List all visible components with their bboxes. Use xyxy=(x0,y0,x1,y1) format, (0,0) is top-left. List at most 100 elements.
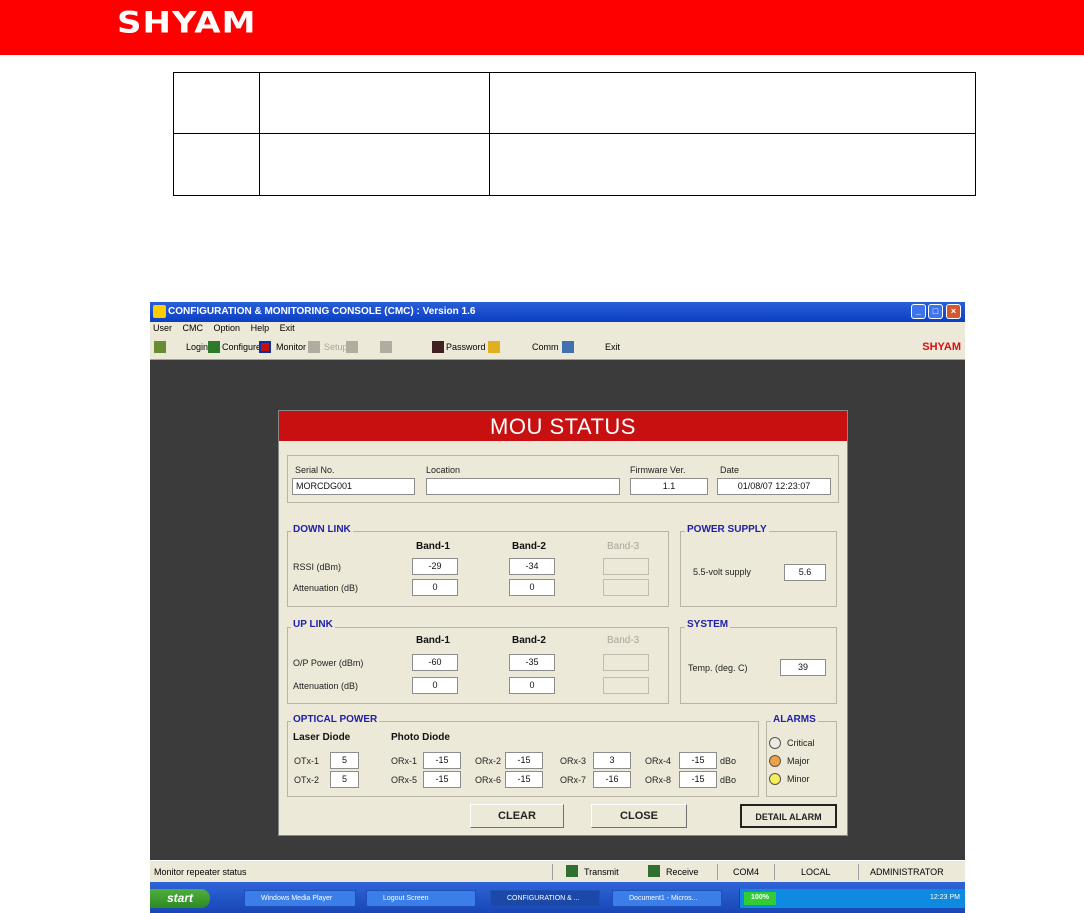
mou-status-dialog: MOU STATUS Serial No. MORCDG001 Location… xyxy=(278,410,848,836)
critical-alarm-indicator xyxy=(769,737,781,749)
task-document[interactable]: Document1 - Micros... xyxy=(612,890,722,907)
dl-rssi-band2[interactable]: -34 xyxy=(509,558,555,575)
dl-rssi-band1[interactable]: -29 xyxy=(412,558,458,575)
serial-label: Serial No. xyxy=(295,465,335,475)
date-field[interactable]: 01/08/07 12:23:07 xyxy=(717,478,831,495)
close-button[interactable]: CLOSE xyxy=(591,804,687,828)
uplink-band3-header: Band-3 xyxy=(607,635,640,646)
orx3-field[interactable]: 3 xyxy=(593,752,631,769)
major-alarm-indicator xyxy=(769,755,781,767)
op-power-label: O/P Power (dBm) xyxy=(293,658,364,668)
password-button[interactable]: Password xyxy=(446,342,486,352)
dl-rssi-band3 xyxy=(603,558,649,575)
table-cell xyxy=(260,134,490,195)
orx7-field[interactable]: -16 xyxy=(593,771,631,788)
otx2-field[interactable]: 5 xyxy=(330,771,359,788)
menu-cmc[interactable]: CMC xyxy=(183,323,204,333)
date-label: Date xyxy=(720,465,740,475)
serial-field[interactable]: MORCDG001 xyxy=(292,478,415,495)
status-message: Monitor repeater status xyxy=(154,867,247,877)
minor-alarm-indicator xyxy=(769,773,781,785)
clear-button[interactable]: CLEAR xyxy=(470,804,564,828)
menu-option[interactable]: Option xyxy=(214,323,241,333)
window-titlebar: CONFIGURATION & MONITORING CONSOLE (CMC)… xyxy=(150,302,965,322)
exit-button[interactable]: Exit xyxy=(605,342,620,352)
start-button[interactable]: start xyxy=(150,889,210,908)
orx-unit-2: dBo xyxy=(720,775,737,785)
orx6-field[interactable]: -15 xyxy=(505,771,543,788)
ul-power-band2[interactable]: -35 xyxy=(509,654,555,671)
ul-atten-band3 xyxy=(603,677,649,694)
cmc-window: CONFIGURATION & MONITORING CONSOLE (CMC)… xyxy=(150,302,965,913)
orx4-field[interactable]: -15 xyxy=(679,752,717,769)
menu-exit[interactable]: Exit xyxy=(280,323,295,333)
setup-icon xyxy=(308,341,320,353)
otx1-label: OTx-1 xyxy=(294,756,320,766)
table-cell xyxy=(174,134,260,195)
window-title: CONFIGURATION & MONITORING CONSOLE (CMC)… xyxy=(168,306,476,317)
statusbar-divider xyxy=(717,864,718,880)
setup-button[interactable]: Setup xyxy=(324,342,348,352)
ul-atten-band2[interactable]: 0 xyxy=(509,677,555,694)
dl-atten-band3 xyxy=(603,579,649,596)
ul-power-band1[interactable]: -60 xyxy=(412,654,458,671)
menubar: User CMC Option Help Exit xyxy=(150,322,965,336)
user-label: ADMINISTRATOR xyxy=(870,867,944,877)
close-window-button[interactable]: × xyxy=(946,304,961,319)
comm-button[interactable]: Comm xyxy=(532,342,559,352)
downlink-band3-header: Band-3 xyxy=(607,541,640,552)
major-label: Major xyxy=(787,756,810,766)
ul-power-band3 xyxy=(603,654,649,671)
optical-power-title: OPTICAL POWER xyxy=(291,714,380,725)
login-button[interactable]: Login xyxy=(186,342,208,352)
detail-alarm-button[interactable]: DETAIL ALARM xyxy=(740,804,837,828)
configure-button[interactable]: Configure xyxy=(222,342,261,352)
toolbar-brand-logo: SHYAM xyxy=(922,341,961,353)
dl-atten-band1[interactable]: 0 xyxy=(412,579,458,596)
menu-help[interactable]: Help xyxy=(251,323,270,333)
statusbar-divider xyxy=(774,864,775,880)
task-logout-screen[interactable]: Logout Screen xyxy=(366,890,476,907)
minimize-button[interactable]: _ xyxy=(911,304,926,319)
task-configuration[interactable]: CONFIGURATION & ... xyxy=(490,890,600,907)
firmware-label: Firmware Ver. xyxy=(630,465,686,475)
task-media-player[interactable]: Windows Media Player xyxy=(244,890,356,907)
orx2-field[interactable]: -15 xyxy=(505,752,543,769)
location-field[interactable] xyxy=(426,478,620,495)
otx1-field[interactable]: 5 xyxy=(330,752,359,769)
receive-icon xyxy=(648,865,660,877)
temp-label: Temp. (deg. C) xyxy=(688,663,748,673)
statusbar: Monitor repeater status Transmit Receive… xyxy=(150,860,965,882)
critical-label: Critical xyxy=(787,738,815,748)
alarms-title: ALARMS xyxy=(771,714,818,725)
monitor-button[interactable]: Monitor xyxy=(276,342,306,352)
temp-field[interactable]: 39 xyxy=(780,659,826,676)
zoom-indicator: 100% xyxy=(744,892,776,905)
table-cell xyxy=(260,73,490,133)
table-row xyxy=(174,73,975,134)
disabled-tool-icon xyxy=(380,341,392,353)
orx7-label: ORx-7 xyxy=(560,775,587,785)
uplink-band2-header: Band-2 xyxy=(512,635,546,646)
receive-label: Receive xyxy=(666,867,699,877)
mou-status-title: MOU STATUS xyxy=(279,411,847,441)
ul-atten-band1[interactable]: 0 xyxy=(412,677,458,694)
start-label: start xyxy=(167,891,194,905)
power-supply-title: POWER SUPPLY xyxy=(685,524,769,535)
brand-logo: SHYAM xyxy=(117,6,257,40)
firmware-field[interactable]: 1.1 xyxy=(630,478,708,495)
orx1-field[interactable]: -15 xyxy=(423,752,461,769)
maximize-button[interactable]: □ xyxy=(928,304,943,319)
taskbar: start Windows Media Player Logout Screen… xyxy=(150,882,965,913)
location-label: Location xyxy=(426,465,461,475)
monitor-icon xyxy=(259,341,271,353)
supply-field[interactable]: 5.6 xyxy=(784,564,826,581)
orx3-label: ORx-3 xyxy=(560,756,587,766)
dl-atten-band2[interactable]: 0 xyxy=(509,579,555,596)
statusbar-divider xyxy=(858,864,859,880)
orx8-field[interactable]: -15 xyxy=(679,771,717,788)
orx5-field[interactable]: -15 xyxy=(423,771,461,788)
minor-label: Minor xyxy=(787,774,810,784)
photo-diode-header: Photo Diode xyxy=(391,732,450,743)
menu-user[interactable]: User xyxy=(153,323,172,333)
